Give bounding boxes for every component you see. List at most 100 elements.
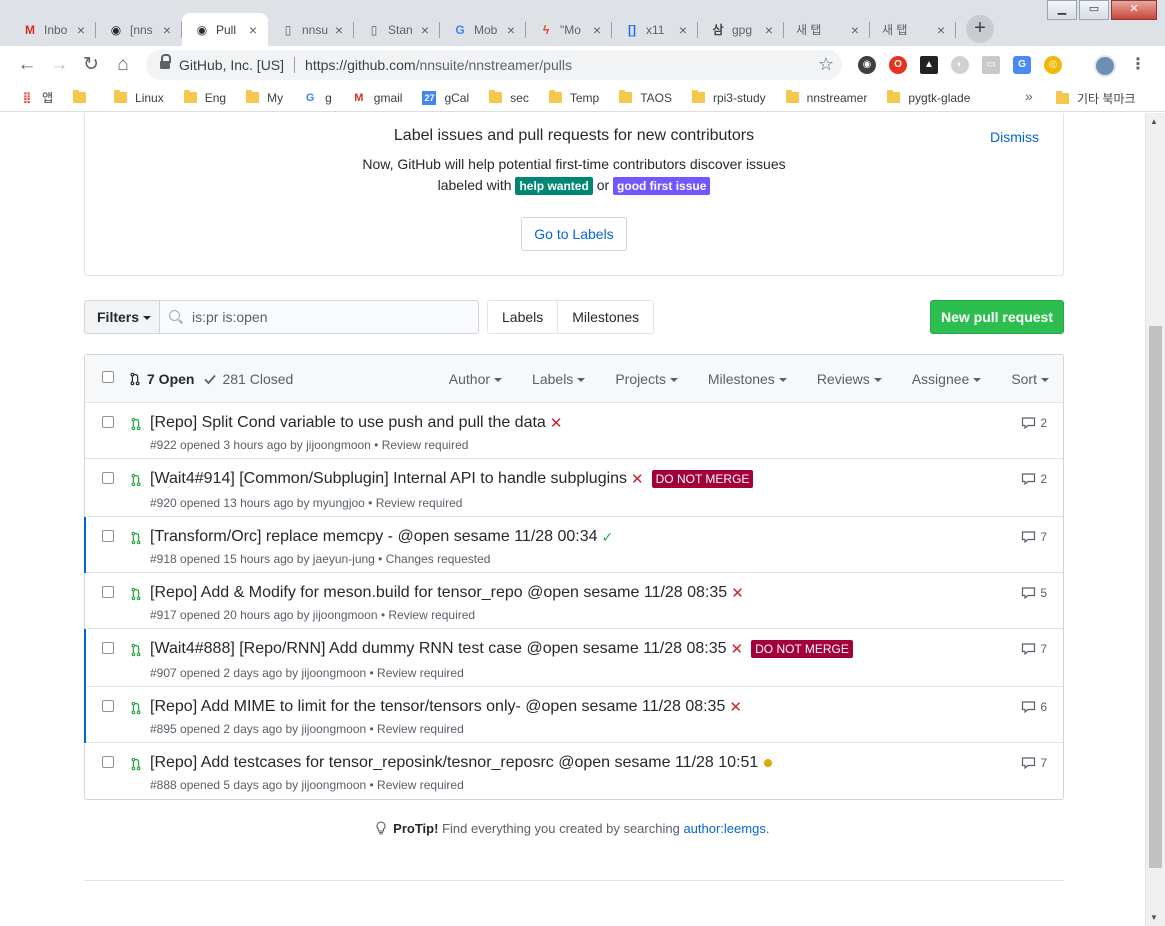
tab-5[interactable]: G Mob × <box>440 13 526 46</box>
bookmark-11[interactable]: rpi3-study <box>691 90 766 105</box>
tab-4[interactable]: ▯ Stan × <box>354 13 440 46</box>
filter-author[interactable]: Author <box>449 371 503 387</box>
protip-search-link[interactable]: author:leemgs <box>683 821 765 836</box>
filter-reviews[interactable]: Reviews <box>817 371 882 387</box>
comment-count[interactable]: 7 <box>1021 756 1047 770</box>
tab-10[interactable]: 새 탭 × <box>870 13 956 46</box>
pull-request-link[interactable]: [Repo] Add testcases for tensor_reposink… <box>150 754 758 772</box>
tab-9[interactable]: 새 탭 × <box>784 13 870 46</box>
close-tab-icon[interactable]: × <box>848 22 862 38</box>
row-checkbox[interactable] <box>102 642 114 654</box>
bookmark-2[interactable]: Linux <box>114 90 164 105</box>
ci-success-icon[interactable]: ✓ <box>602 529 614 546</box>
bookmark-8[interactable]: sec <box>489 90 529 105</box>
close-tab-icon[interactable]: × <box>504 22 518 38</box>
filter-sort[interactable]: Sort <box>1011 371 1049 387</box>
extension-chrome-icon[interactable]: ◎ <box>1044 56 1062 74</box>
bookmark-0[interactable]: ⣿ 앱 <box>20 89 53 106</box>
bookmark-10[interactable]: TAOS <box>619 90 672 105</box>
tab-7[interactable]: [] x11 × <box>612 13 698 46</box>
close-tab-icon[interactable]: × <box>676 22 690 38</box>
filter-milestones[interactable]: Milestones <box>708 371 787 387</box>
close-tab-icon[interactable]: × <box>74 22 88 38</box>
filter-projects[interactable]: Projects <box>615 371 678 387</box>
pull-request-link[interactable]: [Wait4#888] [Repo/RNN] Add dummy RNN tes… <box>150 640 727 658</box>
close-tab-icon[interactable]: × <box>762 22 776 38</box>
bookmark-star-icon[interactable]: ☆ <box>818 54 834 75</box>
row-checkbox[interactable] <box>102 416 114 428</box>
ci-failure-icon[interactable]: ✕ <box>631 470 644 488</box>
new-tab-button[interactable]: + <box>966 15 994 43</box>
close-tab-icon[interactable]: × <box>160 22 174 38</box>
pull-request-link[interactable]: [Repo] Split Cond variable to use push a… <box>150 414 546 432</box>
other-bookmarks[interactable]: 기타 북마크 <box>1056 84 1136 112</box>
new-pull-request-button[interactable]: New pull request <box>930 300 1064 334</box>
labels-tab[interactable]: Labels <box>488 301 557 333</box>
tab-1[interactable]: ◉ [nns × <box>96 13 182 46</box>
row-checkbox[interactable] <box>102 472 114 484</box>
extension-terminal-icon[interactable]: ▲ <box>920 56 938 74</box>
comment-count[interactable]: 5 <box>1021 586 1047 600</box>
bookmark-6[interactable]: Mgmail <box>352 91 402 105</box>
scroll-thumb[interactable] <box>1149 326 1162 868</box>
row-checkbox[interactable] <box>102 756 114 768</box>
chrome-menu-icon[interactable]: ⋮ <box>1128 52 1148 78</box>
tab-2[interactable]: ◉ Pull × <box>182 13 268 46</box>
label-do-not-merge[interactable]: DO NOT MERGE <box>651 470 754 488</box>
comment-count[interactable]: 2 <box>1021 472 1047 486</box>
close-window-button[interactable]: ✕ <box>1111 0 1157 20</box>
bookmark-5[interactable]: Gg <box>303 91 332 105</box>
tab-6[interactable]: ϟ "Mo × <box>526 13 612 46</box>
ci-pending-icon[interactable] <box>764 759 773 767</box>
bookmark-3[interactable]: Eng <box>183 90 226 105</box>
row-checkbox[interactable] <box>102 586 114 598</box>
dismiss-link[interactable]: Dismiss <box>990 129 1039 145</box>
forward-button[interactable]: → <box>46 52 72 78</box>
pull-request-link[interactable]: [Wait4#914] [Common/Subplugin] Internal … <box>150 470 627 488</box>
go-to-labels-button[interactable]: Go to Labels <box>521 217 627 251</box>
scroll-down-icon[interactable]: ▼ <box>1150 913 1158 922</box>
label-do-not-merge[interactable]: DO NOT MERGE <box>751 640 853 658</box>
ci-failure-icon[interactable]: ✕ <box>731 640 744 658</box>
select-all-checkbox[interactable] <box>102 371 114 383</box>
ci-failure-icon[interactable]: ✕ <box>550 414 563 432</box>
page-scrollbar[interactable]: ▲ ▼ <box>1145 113 1165 926</box>
ci-failure-icon[interactable]: ✕ <box>731 584 744 602</box>
label-good-first-issue[interactable]: good first issue <box>613 177 711 195</box>
filter-labels[interactable]: Labels <box>532 371 586 387</box>
pull-request-link[interactable]: [Repo] Add & Modify for meson.build for … <box>150 584 727 602</box>
extension-github-icon[interactable]: ◉ <box>858 56 876 74</box>
url-text[interactable]: https://github.com/nnsuite/nnstreamer/pu… <box>305 57 572 73</box>
site-identity[interactable]: GitHub, Inc. [US] <box>179 57 284 73</box>
profile-avatar[interactable] <box>1094 55 1116 77</box>
search-input[interactable]: is:pr is:open <box>159 300 479 334</box>
comment-count[interactable]: 7 <box>1021 642 1047 656</box>
close-tab-icon[interactable]: × <box>418 22 432 38</box>
filter-assignee[interactable]: Assignee <box>912 371 982 387</box>
bookmark-13[interactable]: pygtk-glade <box>887 90 970 105</box>
open-filter[interactable]: 7 Open <box>129 371 194 387</box>
home-button[interactable]: ⌂ <box>110 52 136 78</box>
reload-button[interactable]: ↻ <box>78 52 104 78</box>
tab-3[interactable]: ▯ nnsu × <box>268 13 354 46</box>
pull-request-link[interactable]: [Repo] Add MIME to limit for the tensor/… <box>150 698 725 716</box>
bookmark-12[interactable]: nnstreamer <box>785 90 867 105</box>
extension-disabled-icon[interactable]: ◐ <box>951 56 969 74</box>
ci-failure-icon[interactable]: ✕ <box>729 698 742 716</box>
extension-screen-icon[interactable]: ▭ <box>982 56 1000 74</box>
comment-count[interactable]: 2 <box>1021 416 1047 430</box>
filters-button[interactable]: Filters <box>84 300 160 334</box>
back-button[interactable]: ← <box>14 52 40 78</box>
scroll-up-icon[interactable]: ▲ <box>1150 117 1158 126</box>
extension-translate-icon[interactable]: G <box>1013 56 1031 74</box>
minimize-button[interactable]: ▁ <box>1047 0 1077 20</box>
bookmarks-overflow-button[interactable]: » <box>1025 88 1033 104</box>
close-tab-icon[interactable]: × <box>246 22 260 38</box>
comment-count[interactable]: 6 <box>1021 700 1047 714</box>
milestones-tab[interactable]: Milestones <box>557 301 653 333</box>
extension-opera-icon[interactable]: O <box>889 56 907 74</box>
row-checkbox[interactable] <box>102 700 114 712</box>
bookmark-9[interactable]: Temp <box>548 90 599 105</box>
comment-count[interactable]: 7 <box>1021 530 1047 544</box>
row-checkbox[interactable] <box>102 530 114 542</box>
